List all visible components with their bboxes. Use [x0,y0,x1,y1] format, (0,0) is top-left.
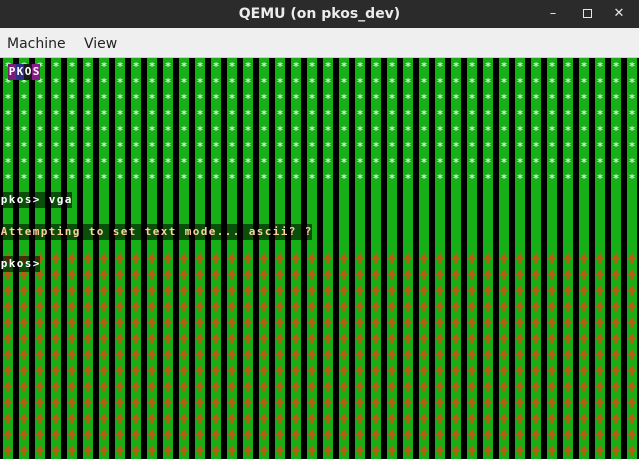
console-char: o [16,192,24,208]
console-char: ? [304,224,312,240]
console-char: t [88,224,96,240]
console-char: p [0,256,8,272]
console-char: t [16,224,24,240]
console-char [40,192,48,208]
console-char [296,224,304,240]
console-char: a [248,224,256,240]
console-char: k [8,256,16,272]
vga-pattern: * [0,58,639,459]
console-char: e [24,224,32,240]
console-char: e [208,224,216,240]
console-char: t [128,224,136,240]
console-char: > [32,192,40,208]
console-char: A [0,224,8,240]
console-char: k [8,192,16,208]
console-char: o [16,256,24,272]
console-line: Attempting to set text mode... ascii? ? [0,220,312,240]
console-char: s [112,224,120,240]
console-char: S [32,64,40,80]
console-char: g [72,224,80,240]
console-char: . [224,224,232,240]
menu-view[interactable]: View [84,28,117,58]
maximize-icon [582,9,592,18]
console-char [240,224,248,240]
console-char: i [272,224,280,240]
console-char: > [32,256,40,272]
menu-machine[interactable]: Machine [7,28,66,58]
console-char: m [184,224,192,240]
close-button[interactable]: ✕ [607,0,631,28]
console-char: i [280,224,288,240]
console-char: x [160,224,168,240]
console-char [104,224,112,240]
console-char [176,224,184,240]
console-char: e [152,224,160,240]
console-char: t [8,224,16,240]
console-char: c [264,224,272,240]
console-char: t [144,224,152,240]
console-char: s [24,256,32,272]
console-char: ? [288,224,296,240]
console-char: P [8,64,16,80]
console-char: t [48,224,56,240]
console-char: g [56,192,64,208]
console-char: K [16,64,24,80]
console-char: n [64,224,72,240]
minimize-button[interactable]: – [541,0,565,28]
console-char: p [40,224,48,240]
console-char: a [64,192,72,208]
console-char: . [216,224,224,240]
console-line: pkos> vga [0,188,72,208]
console-char: m [32,224,40,240]
maximize-button[interactable] [575,0,599,28]
console-char: d [200,224,208,240]
console-char: e [120,224,128,240]
console-line: pkos> [0,252,40,272]
console-char: o [192,224,200,240]
console-char: o [96,224,104,240]
console-char: v [48,192,56,208]
console-char: s [24,192,32,208]
console-char: i [56,224,64,240]
console-char: . [232,224,240,240]
title-bar: QEMU (on pkos_dev) – ✕ [0,0,639,28]
console-char [136,224,144,240]
console-line: PKOS [8,60,40,80]
console-char: p [0,192,8,208]
console-char: s [256,224,264,240]
console-char: O [24,64,32,80]
console-char [80,224,88,240]
vm-display[interactable]: * PKOSpkos> vgaAttempting to set text mo… [0,58,639,459]
console-char: t [168,224,176,240]
menu-bar: Machine View [0,28,639,58]
